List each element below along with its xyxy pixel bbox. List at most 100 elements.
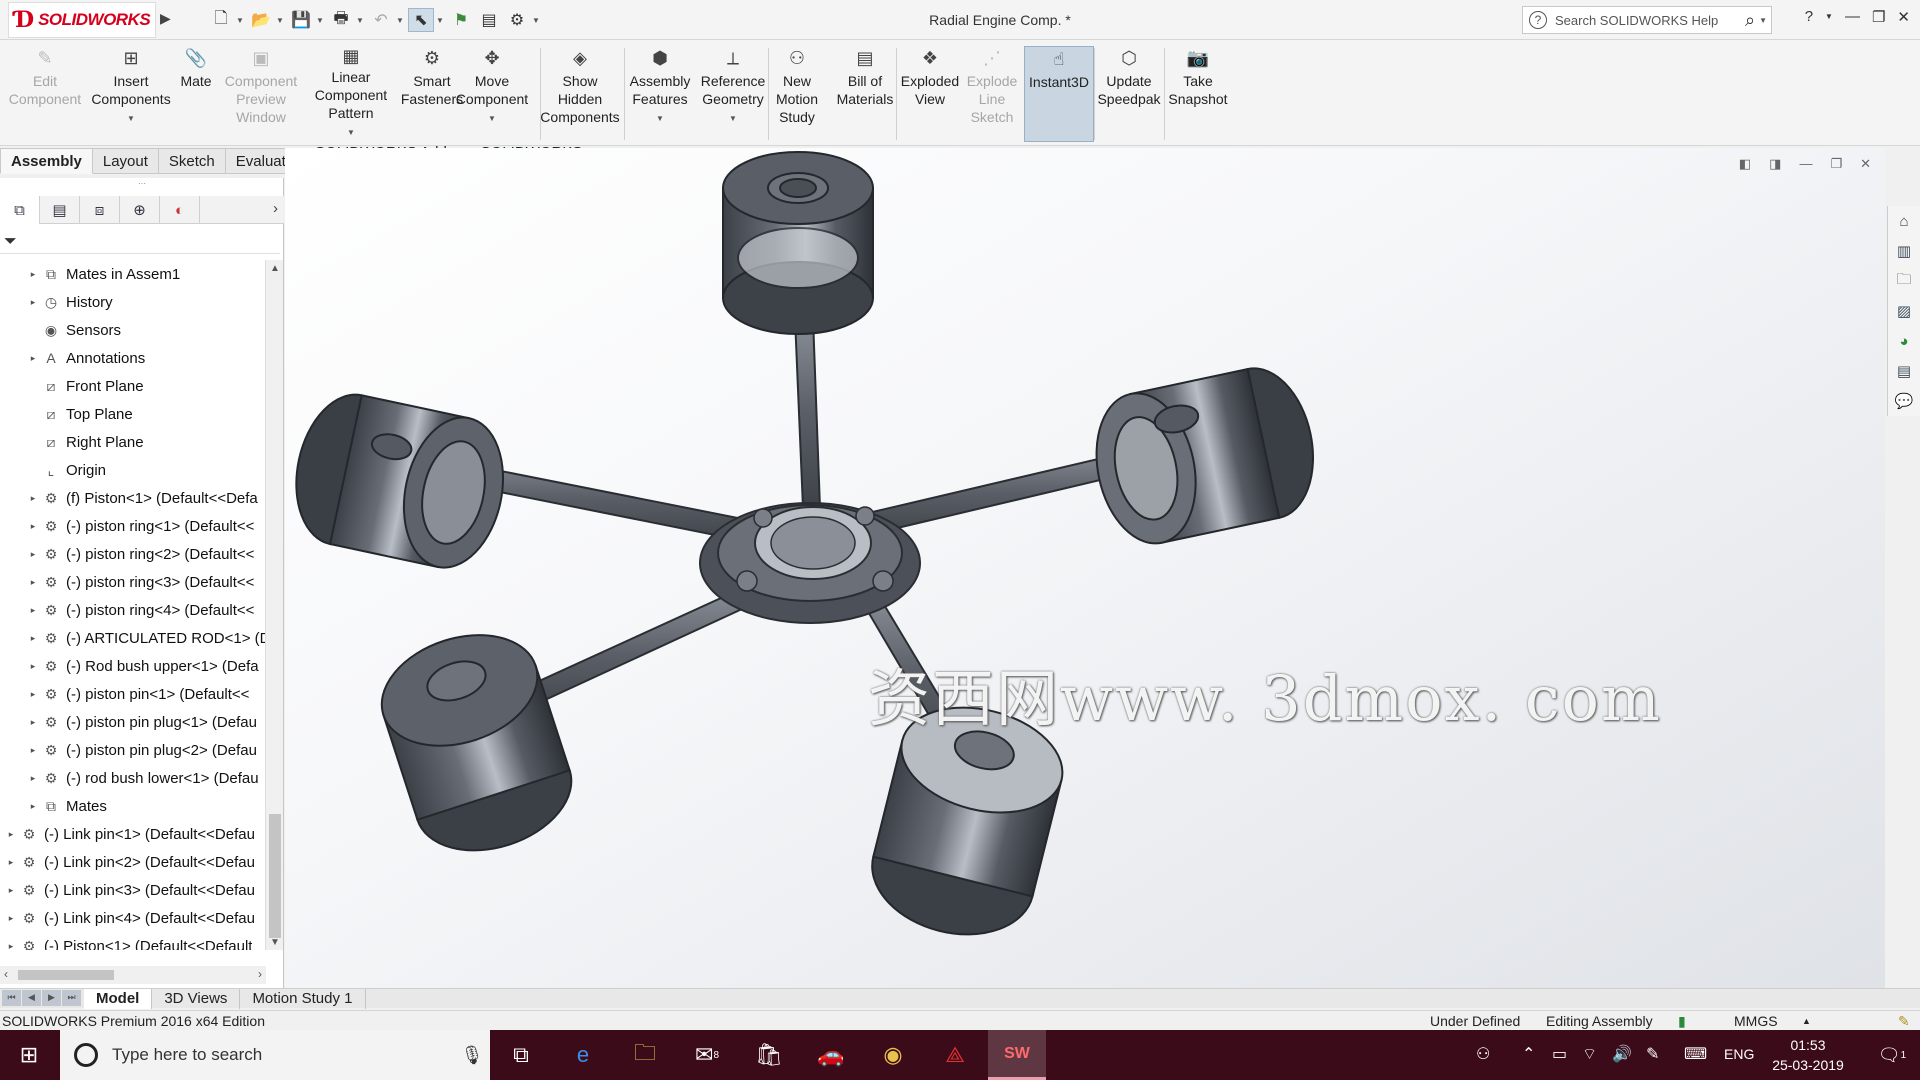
show-hidden-components-button[interactable]: ◈ Show Hidden Components — [536, 46, 624, 142]
store-icon[interactable]: 🛍 — [740, 1030, 798, 1080]
linear-component-pattern-caret-icon[interactable]: ▼ — [347, 124, 355, 142]
scroll-left-icon[interactable]: ‹ — [4, 967, 8, 981]
explode-line-sketch-button[interactable]: ⋰ Explode Line Sketch — [966, 46, 1018, 142]
expand-arrow-icon[interactable]: ▸ — [26, 717, 40, 728]
print-caret-icon[interactable]: ▼ — [356, 16, 366, 25]
prev-tab-icon[interactable]: ◀ — [22, 989, 41, 1006]
task-view-icon[interactable]: ⧉ — [492, 1030, 550, 1080]
expand-arrow-icon[interactable]: ▸ — [26, 801, 40, 812]
component-preview-window-button[interactable]: ▣ Component Preview Window — [218, 46, 304, 142]
graphics-area[interactable]: ◧ ◨ — ❐ ✕ 资西网www. 3dmox. com — [285, 148, 1885, 988]
rebuild-icon[interactable]: ⚑ — [448, 8, 474, 32]
expand-arrow-icon[interactable]: ▸ — [4, 941, 18, 951]
tree-item[interactable]: ▸ ⧉ Mates in Assem1 — [0, 260, 266, 288]
solidworks-taskbar-icon[interactable]: SW — [988, 1030, 1046, 1080]
tree-item[interactable]: ▸ ⚙ (-) piston pin plug<1> (Defau — [0, 708, 266, 736]
solidworks-resources-icon[interactable]: ⌂ — [1889, 206, 1919, 236]
next-tab-icon[interactable]: ▶ — [42, 989, 61, 1006]
tree-item[interactable]: ⌞ Origin — [0, 456, 266, 484]
help-search-input[interactable]: Search SOLIDWORKS Help — [1555, 13, 1745, 28]
keyboard-icon[interactable]: ⌨ — [1684, 1044, 1707, 1064]
radial-engine-model[interactable] — [285, 148, 1885, 988]
tree-item[interactable]: ▸ A Annotations — [0, 344, 266, 372]
update-speedpak-button[interactable]: ⬡ Update Speedpak — [1096, 46, 1162, 142]
customize-status-icon[interactable]: ✎ — [1898, 1013, 1910, 1030]
new-motion-study-button[interactable]: ⚇ New Motion Study — [770, 46, 824, 142]
units-selector[interactable]: MMGS — [1734, 1013, 1778, 1029]
move-component-button[interactable]: ✥ Move Component ▼ — [454, 46, 530, 142]
property-manager-tab-icon[interactable]: ▤ — [40, 196, 80, 224]
expand-arrow-icon[interactable]: ▸ — [26, 549, 40, 560]
scroll-right-icon[interactable]: › — [258, 967, 262, 981]
people-icon[interactable]: ⚇ — [1476, 1044, 1490, 1064]
car-app-icon[interactable]: 🚗 — [802, 1030, 860, 1080]
minimize-icon[interactable]: — — [1845, 8, 1860, 26]
expand-arrow-icon[interactable]: ▸ — [26, 605, 40, 616]
filter-icon[interactable]: ⏷ — [4, 233, 17, 251]
help-icon[interactable]: ? — [1805, 8, 1813, 26]
solidworks-logo[interactable]: Ɗ SOLIDWORKS — [8, 2, 156, 38]
move-component-caret-icon[interactable]: ▼ — [488, 110, 496, 128]
menu-expand-icon[interactable]: ▶ — [160, 10, 171, 27]
select-icon[interactable]: ⬉ — [408, 8, 434, 32]
expand-arrow-icon[interactable]: ▸ — [26, 577, 40, 588]
undo-icon[interactable]: ↶ — [368, 8, 394, 32]
tree-vertical-scrollbar[interactable]: ▲ ▼ — [265, 260, 283, 950]
configuration-manager-tab-icon[interactable]: ⧈ — [80, 196, 120, 224]
panel-more-icon[interactable]: › — [273, 200, 278, 217]
tree-item[interactable]: ▸ ⚙ (-) piston ring<4> (Default<< — [0, 596, 266, 624]
file-properties-icon[interactable]: ▤ — [476, 8, 502, 32]
tree-item[interactable]: ▸ ⚙ (-) piston pin<1> (Default<< — [0, 680, 266, 708]
restore-icon[interactable]: ❐ — [1872, 8, 1885, 26]
expand-arrow-icon[interactable]: ▸ — [4, 913, 18, 924]
search-icon[interactable]: ⌕ — [1745, 10, 1755, 31]
scroll-down-icon[interactable]: ▼ — [266, 934, 284, 950]
select-caret-icon[interactable]: ▼ — [436, 16, 446, 25]
tree-item[interactable]: ▸ ⚙ (-) Link pin<2> (Default<<Defau — [0, 848, 266, 876]
search-caret-icon[interactable]: ▼ — [1759, 16, 1767, 25]
tree-item[interactable]: ◉ Sensors — [0, 316, 266, 344]
expand-arrow-icon[interactable]: ▸ — [26, 493, 40, 504]
new-icon[interactable]: 🗋 — [208, 8, 234, 32]
acrobat-icon[interactable]: ⟁ — [926, 1030, 984, 1080]
expand-arrow-icon[interactable]: ▸ — [4, 885, 18, 896]
feature-manager-tab-icon[interactable]: ⧉ — [0, 196, 40, 224]
tree-item[interactable]: ▸ ⧉ Mates — [0, 792, 266, 820]
tree-item[interactable]: ▸ ⚙ (-) rod bush lower<1> (Defau — [0, 764, 266, 792]
tree-item[interactable]: ▸ ⚙ (-) piston ring<1> (Default<< — [0, 512, 266, 540]
undo-caret-icon[interactable]: ▼ — [396, 16, 406, 25]
bottom-tab-model[interactable]: Model — [84, 988, 153, 1009]
print-icon[interactable]: 🖶 — [328, 8, 354, 32]
insert-components-caret-icon[interactable]: ▼ — [127, 110, 135, 128]
last-tab-icon[interactable]: ⏭ — [62, 989, 81, 1006]
appearances-icon[interactable]: ◕ — [1889, 326, 1919, 356]
expand-arrow-icon[interactable]: ▸ — [4, 829, 18, 840]
tree-item[interactable]: ⧄ Top Plane — [0, 400, 266, 428]
taskbar-clock[interactable]: 01:53 25-03-2019 — [1768, 1035, 1848, 1075]
file-explorer-icon[interactable]: 🗀 — [1889, 266, 1919, 296]
expand-arrow-icon[interactable]: ▸ — [4, 857, 18, 868]
close-icon[interactable]: ✕ — [1897, 8, 1910, 26]
scroll-up-icon[interactable]: ▲ — [266, 260, 284, 276]
expand-arrow-icon[interactable]: ▸ — [26, 773, 40, 784]
expand-arrow-icon[interactable]: ▸ — [26, 297, 40, 308]
save-caret-icon[interactable]: ▼ — [316, 16, 326, 25]
bill-of-materials-button[interactable]: ▤ Bill of Materials — [834, 46, 896, 142]
tree-item[interactable]: ▸ ⚙ (-) Link pin<4> (Default<<Defau — [0, 904, 266, 932]
action-center-icon[interactable]: 🗨 1 — [1864, 1030, 1920, 1080]
linear-component-pattern-button[interactable]: ▦ Linear Component Pattern ▼ — [312, 46, 390, 142]
expand-arrow-icon[interactable]: ▸ — [26, 745, 40, 756]
windows-start-icon[interactable]: ⊞ — [0, 1030, 58, 1080]
tree-item[interactable]: ▸ ⚙ (-) Link pin<3> (Default<<Defau — [0, 876, 266, 904]
reference-geometry-caret-icon[interactable]: ▼ — [729, 110, 737, 128]
expand-arrow-icon[interactable]: ▸ — [26, 521, 40, 532]
design-library-icon[interactable]: ▥ — [1889, 236, 1919, 266]
new-caret-icon[interactable]: ▼ — [236, 16, 246, 25]
first-tab-icon[interactable]: ⏮ — [2, 989, 21, 1006]
custom-properties-icon[interactable]: ▤ — [1889, 356, 1919, 386]
view-palette-icon[interactable]: ▨ — [1889, 296, 1919, 326]
language-indicator[interactable]: ENG — [1724, 1046, 1754, 1062]
options-icon[interactable]: ⚙ — [504, 8, 530, 32]
battery-icon[interactable]: ▭ — [1552, 1044, 1567, 1064]
tree-horizontal-scrollbar[interactable]: ‹ › — [0, 966, 266, 984]
